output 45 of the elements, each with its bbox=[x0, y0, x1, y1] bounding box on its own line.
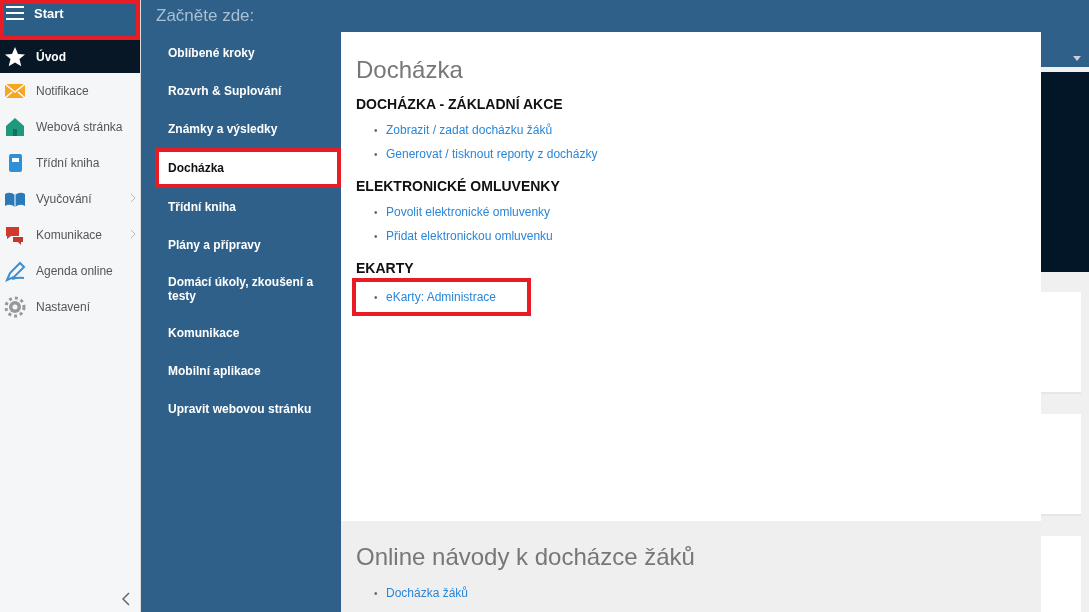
sidebar-item[interactable]: Webová stránka bbox=[0, 109, 140, 145]
menu-item[interactable]: Třídní kniha bbox=[141, 188, 341, 226]
link[interactable]: Povolit elektronické omluvenky bbox=[386, 200, 551, 224]
link[interactable]: Zobrazit / zadat docházku žáků bbox=[386, 118, 553, 142]
sidebar-item[interactable]: Vyučování bbox=[0, 181, 140, 217]
section-heading: EKARTY bbox=[356, 260, 415, 276]
menu-item[interactable]: Mobilní aplikace bbox=[141, 352, 341, 390]
menu-item[interactable]: Upravit webovou stránku bbox=[141, 390, 341, 428]
sidebar-item-icon bbox=[4, 224, 26, 246]
sidebar-item[interactable]: Nastavení bbox=[0, 289, 140, 325]
menu-item[interactable]: Domácí úkoly, zkoušení a testy bbox=[141, 264, 341, 314]
menu-item[interactable]: Známky a výsledky bbox=[141, 110, 341, 148]
sidebar-item[interactable]: Agenda online bbox=[0, 253, 140, 289]
link[interactable]: Generovat / tisknout reporty z docházky bbox=[386, 142, 598, 166]
menu-title: Začněte zde: bbox=[156, 6, 255, 26]
menu-icon bbox=[6, 6, 24, 20]
sidebar-item-icon bbox=[4, 260, 26, 282]
link[interactable]: Přidat elektronickou omluvenku bbox=[386, 224, 553, 248]
collapse-icon[interactable] bbox=[122, 592, 130, 606]
sidebar-item[interactable]: Komunikace bbox=[0, 217, 140, 253]
menu-item[interactable]: Oblíbené kroky bbox=[141, 34, 341, 72]
bullet: • bbox=[374, 124, 379, 138]
bullet: • bbox=[374, 230, 379, 244]
bullet: • bbox=[374, 291, 379, 305]
sidebar-item-icon bbox=[4, 296, 26, 318]
sidebar-item[interactable]: Třídní kniha bbox=[0, 145, 140, 181]
sidebar-item-icon bbox=[4, 45, 26, 68]
panel-title: Docházka bbox=[356, 56, 464, 84]
sidebar-item-icon bbox=[4, 116, 26, 138]
link[interactable]: eKarty: Administrace bbox=[386, 282, 497, 312]
link[interactable]: Docházka žáků bbox=[386, 581, 469, 605]
bullet: • bbox=[374, 587, 379, 601]
section-heading: DOCHÁZKA - ZÁKLADNÍ AKCE bbox=[356, 96, 564, 112]
menu-item[interactable]: Plány a přípravy bbox=[141, 226, 341, 264]
sidebar-item[interactable]: Notifikace bbox=[0, 73, 140, 109]
bullet: • bbox=[374, 206, 379, 220]
start-menu-button[interactable]: Start bbox=[0, 0, 140, 40]
bullet: • bbox=[374, 148, 379, 162]
caret-icon bbox=[1073, 56, 1081, 61]
menu-item[interactable]: Docházka bbox=[155, 148, 341, 188]
sidebar-item[interactable]: Úvod bbox=[0, 40, 140, 73]
menu-item[interactable]: Rozvrh & Suplování bbox=[141, 72, 341, 110]
menu-item[interactable]: Komunikace bbox=[141, 314, 341, 352]
section-heading: ELEKTRONICKÉ OMLUVENKY bbox=[356, 178, 561, 194]
guides-title: Online návody k docházce žáků bbox=[356, 543, 696, 571]
